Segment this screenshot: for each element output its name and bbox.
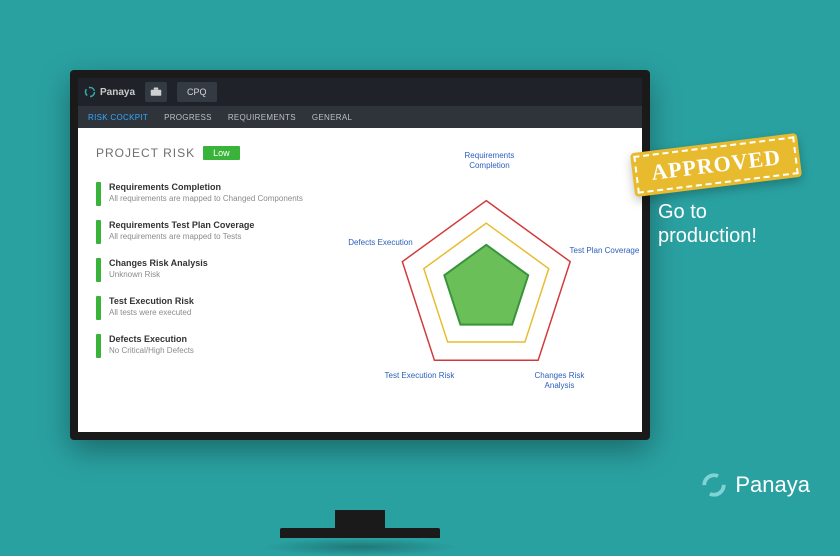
risk-item-title: Requirements Test Plan Coverage <box>109 220 254 230</box>
brand-logo[interactable]: Panaya <box>84 86 135 98</box>
risk-item-title: Requirements Completion <box>109 182 303 192</box>
radar-label-left: Defects Execution <box>345 238 415 248</box>
monitor-frame: Panaya CPQ RISK COCKPIT PROGRESS REQUIRE… <box>70 70 650 440</box>
panaya-footer-text: Panaya <box>735 472 810 498</box>
risk-item[interactable]: Changes Risk Analysis Unknown Risk <box>96 258 341 282</box>
risk-item-title: Test Execution Risk <box>109 296 194 306</box>
project-tab-label: CPQ <box>187 87 207 97</box>
radar-label-bottom-right: Changes Risk Analysis <box>524 371 594 390</box>
risk-indicator-bar <box>96 220 101 244</box>
risk-item[interactable]: Defects Execution No Critical/High Defec… <box>96 334 341 358</box>
topbar: Panaya CPQ <box>78 78 642 106</box>
risk-indicator-bar <box>96 258 101 282</box>
radar-panel: Requirements Completion Test Plan Covera… <box>349 146 624 422</box>
radar-label-right: Test Plan Coverage <box>569 246 639 256</box>
left-panel: PROJECT RISK Low Requirements Completion… <box>96 146 349 422</box>
brand-icon <box>84 86 96 98</box>
navbar: RISK COCKPIT PROGRESS REQUIREMENTS GENER… <box>78 106 642 128</box>
risk-item[interactable]: Requirements Completion All requirements… <box>96 182 341 206</box>
radar-label-bottom-left: Test Execution Risk <box>384 371 454 381</box>
risk-indicator-bar <box>96 296 101 320</box>
project-risk-header: PROJECT RISK Low <box>96 146 341 160</box>
monitor-stand-base <box>280 528 440 538</box>
risk-badge: Low <box>203 146 240 160</box>
risk-item[interactable]: Requirements Test Plan Coverage All requ… <box>96 220 341 244</box>
risk-item-desc: Unknown Risk <box>109 270 208 279</box>
risk-item[interactable]: Test Execution Risk All tests were execu… <box>96 296 341 320</box>
nav-requirements[interactable]: REQUIREMENTS <box>228 113 296 122</box>
project-tab[interactable]: CPQ <box>177 82 217 102</box>
risk-item-title: Changes Risk Analysis <box>109 258 208 268</box>
nav-general[interactable]: GENERAL <box>312 113 352 122</box>
screen: Panaya CPQ RISK COCKPIT PROGRESS REQUIRE… <box>78 78 642 432</box>
panaya-footer-logo: Panaya <box>701 472 810 498</box>
nav-progress[interactable]: PROGRESS <box>164 113 212 122</box>
suitcase-icon[interactable] <box>145 82 167 102</box>
risk-indicator-bar <box>96 334 101 358</box>
panaya-ring-icon <box>701 472 727 498</box>
risk-item-desc: All requirements are mapped to Tests <box>109 232 254 241</box>
go-to-production-text: Go to production! <box>658 200 788 248</box>
risk-indicator-bar <box>96 182 101 206</box>
stamp-text: APPROVED <box>633 136 799 193</box>
risk-item-desc: All requirements are mapped to Changed C… <box>109 194 303 203</box>
brand-name: Panaya <box>100 87 135 98</box>
monitor-stand-neck <box>335 510 385 530</box>
content: PROJECT RISK Low Requirements Completion… <box>78 128 642 432</box>
approved-stamp: APPROVED <box>630 133 802 197</box>
risk-item-desc: No Critical/High Defects <box>109 346 194 355</box>
project-risk-title: PROJECT RISK <box>96 146 195 160</box>
risk-item-desc: All tests were executed <box>109 308 194 317</box>
monitor-shadow <box>260 538 460 556</box>
risk-item-title: Defects Execution <box>109 334 194 344</box>
radar-label-top: Requirements Completion <box>454 151 524 170</box>
nav-risk-cockpit[interactable]: RISK COCKPIT <box>88 113 148 122</box>
